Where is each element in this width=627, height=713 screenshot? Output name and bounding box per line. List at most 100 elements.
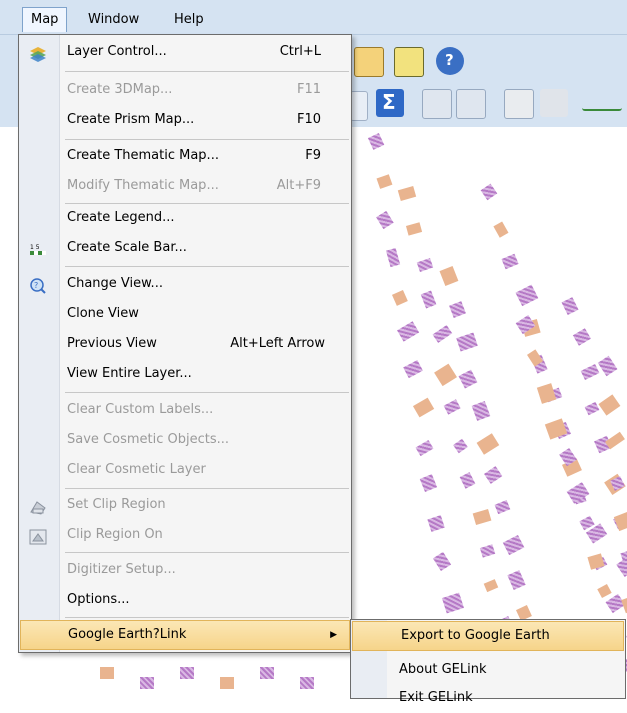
map-parcel bbox=[419, 474, 438, 493]
map-parcel bbox=[503, 534, 525, 555]
menu-item-create-legend[interactable]: Create Legend... bbox=[19, 203, 351, 233]
map-parcel bbox=[403, 359, 423, 378]
menu-item-create-thematic-map[interactable]: Create Thematic Map... F9 bbox=[19, 141, 351, 171]
svg-text:1 5: 1 5 bbox=[30, 244, 40, 251]
menu-item-create-3dmap[interactable]: Create 3DMap... F11 bbox=[19, 75, 351, 105]
map-parcel bbox=[385, 247, 401, 267]
map-parcel bbox=[507, 570, 527, 591]
map-parcel bbox=[398, 186, 417, 202]
menu-item-clear-custom-labels[interactable]: Clear Custom Labels... bbox=[19, 395, 351, 425]
map-parcel bbox=[376, 210, 395, 230]
map-parcel bbox=[471, 401, 490, 421]
layout-frame-icon[interactable] bbox=[456, 89, 486, 119]
map-parcel bbox=[476, 433, 500, 455]
map-parcel bbox=[396, 321, 419, 342]
menu-item-google-earth-link[interactable]: Google Earth?Link ▶ bbox=[20, 620, 350, 650]
submenu-item-about-gelink[interactable]: About GELink bbox=[351, 655, 625, 685]
layer-control-icon bbox=[29, 44, 47, 62]
submenu-arrow-icon: ▶ bbox=[330, 630, 337, 640]
submenu-item-exit-gelink[interactable]: Exit GELink bbox=[351, 683, 625, 713]
map-parcel bbox=[456, 332, 479, 352]
map-parcel bbox=[621, 594, 627, 613]
clip-tool-icon[interactable] bbox=[504, 89, 534, 119]
map-parcel bbox=[434, 364, 457, 387]
map-parcel bbox=[376, 173, 394, 189]
menu-item-clone-view[interactable]: Clone View bbox=[19, 299, 351, 329]
clip-region-icon[interactable] bbox=[540, 89, 568, 117]
clip-region-on-icon bbox=[29, 527, 47, 545]
map-parcel bbox=[427, 514, 445, 531]
map-parcel bbox=[573, 327, 592, 346]
menu-item-modify-thematic-map[interactable]: Modify Thematic Map... Alt+F9 bbox=[19, 171, 351, 201]
map-parcel bbox=[100, 667, 114, 679]
map-parcel bbox=[493, 221, 510, 239]
map-parcel bbox=[483, 466, 503, 484]
map-parcel bbox=[480, 184, 497, 201]
menu-item-options[interactable]: Options... bbox=[19, 585, 351, 615]
map-parcel bbox=[458, 369, 479, 389]
map-parcel bbox=[459, 472, 475, 489]
menu-item-view-entire-layer[interactable]: View Entire Layer... bbox=[19, 359, 351, 389]
map-dropdown-menu: Layer Control... Ctrl+L Create 3DMap... … bbox=[18, 34, 352, 653]
layout-icon[interactable] bbox=[394, 47, 424, 77]
graph-icon[interactable] bbox=[422, 89, 452, 119]
google-earth-submenu: Export to Google Earth About GELink Exit… bbox=[350, 619, 626, 705]
map-parcel bbox=[515, 285, 538, 307]
scale-bar-icon: 1 5 bbox=[29, 240, 47, 256]
scale-icon[interactable] bbox=[582, 93, 622, 111]
map-parcel bbox=[140, 677, 154, 689]
map-parcel bbox=[180, 667, 194, 679]
menu-item-layer-control[interactable]: Layer Control... Ctrl+L bbox=[19, 37, 351, 67]
map-parcel bbox=[494, 500, 511, 515]
menu-item-clear-cosmetic-layer[interactable]: Clear Cosmetic Layer bbox=[19, 455, 351, 485]
map-parcel bbox=[220, 677, 234, 689]
map-parcel bbox=[472, 508, 491, 525]
map-parcel bbox=[406, 221, 422, 235]
map-parcel bbox=[432, 325, 453, 344]
menu-window[interactable]: Window bbox=[80, 8, 147, 32]
help-icon[interactable]: ? bbox=[436, 47, 464, 75]
map-parcel bbox=[484, 579, 500, 593]
map-parcel bbox=[260, 667, 274, 679]
grid-icon[interactable] bbox=[350, 91, 368, 121]
map-parcel bbox=[412, 397, 434, 418]
menu-bar: Map Window Help bbox=[0, 0, 627, 35]
map-parcel bbox=[613, 512, 627, 531]
menu-item-digitizer-setup[interactable]: Digitizer Setup... bbox=[19, 555, 351, 585]
map-parcel bbox=[605, 431, 626, 450]
map-parcel bbox=[448, 301, 466, 319]
map-parcel bbox=[416, 257, 434, 272]
svg-text:?: ? bbox=[34, 281, 38, 290]
map-parcel bbox=[420, 290, 437, 309]
table-icon[interactable] bbox=[354, 47, 384, 77]
map-parcel bbox=[443, 398, 461, 414]
map-parcel bbox=[561, 296, 578, 315]
menu-item-create-prism-map[interactable]: Create Prism Map... F10 bbox=[19, 105, 351, 135]
change-view-icon: ? bbox=[29, 276, 47, 294]
map-parcel bbox=[501, 254, 519, 270]
set-clip-region-icon bbox=[29, 497, 47, 515]
submenu-item-export-to-google-earth[interactable]: Export to Google Earth bbox=[352, 621, 624, 651]
map-parcel bbox=[479, 543, 495, 557]
menu-item-create-scale-bar[interactable]: 1 5 Create Scale Bar... bbox=[19, 233, 351, 263]
sum-icon[interactable]: Σ bbox=[376, 89, 404, 117]
menu-item-set-clip-region[interactable]: Set Clip Region bbox=[19, 490, 351, 520]
map-parcel bbox=[598, 355, 618, 376]
menu-map[interactable]: Map bbox=[22, 7, 68, 32]
map-parcel bbox=[300, 677, 314, 689]
menu-item-clip-region-on[interactable]: Clip Region On bbox=[19, 520, 351, 550]
menu-item-previous-view[interactable]: Previous View Alt+Left Arrow bbox=[19, 329, 351, 359]
menu-item-change-view[interactable]: ? Change View... bbox=[19, 269, 351, 299]
map-parcel bbox=[580, 364, 600, 380]
map-parcel bbox=[452, 438, 468, 454]
map-parcel bbox=[368, 132, 385, 150]
menu-item-save-cosmetic-objects[interactable]: Save Cosmetic Objects... bbox=[19, 425, 351, 455]
map-parcel bbox=[432, 551, 451, 571]
menu-help[interactable]: Help bbox=[166, 8, 212, 32]
map-parcel bbox=[616, 556, 627, 577]
map-parcel bbox=[415, 439, 435, 456]
map-parcel bbox=[441, 592, 464, 614]
map-parcel bbox=[391, 289, 408, 306]
map-parcel bbox=[439, 265, 459, 287]
map-parcel bbox=[598, 394, 621, 417]
